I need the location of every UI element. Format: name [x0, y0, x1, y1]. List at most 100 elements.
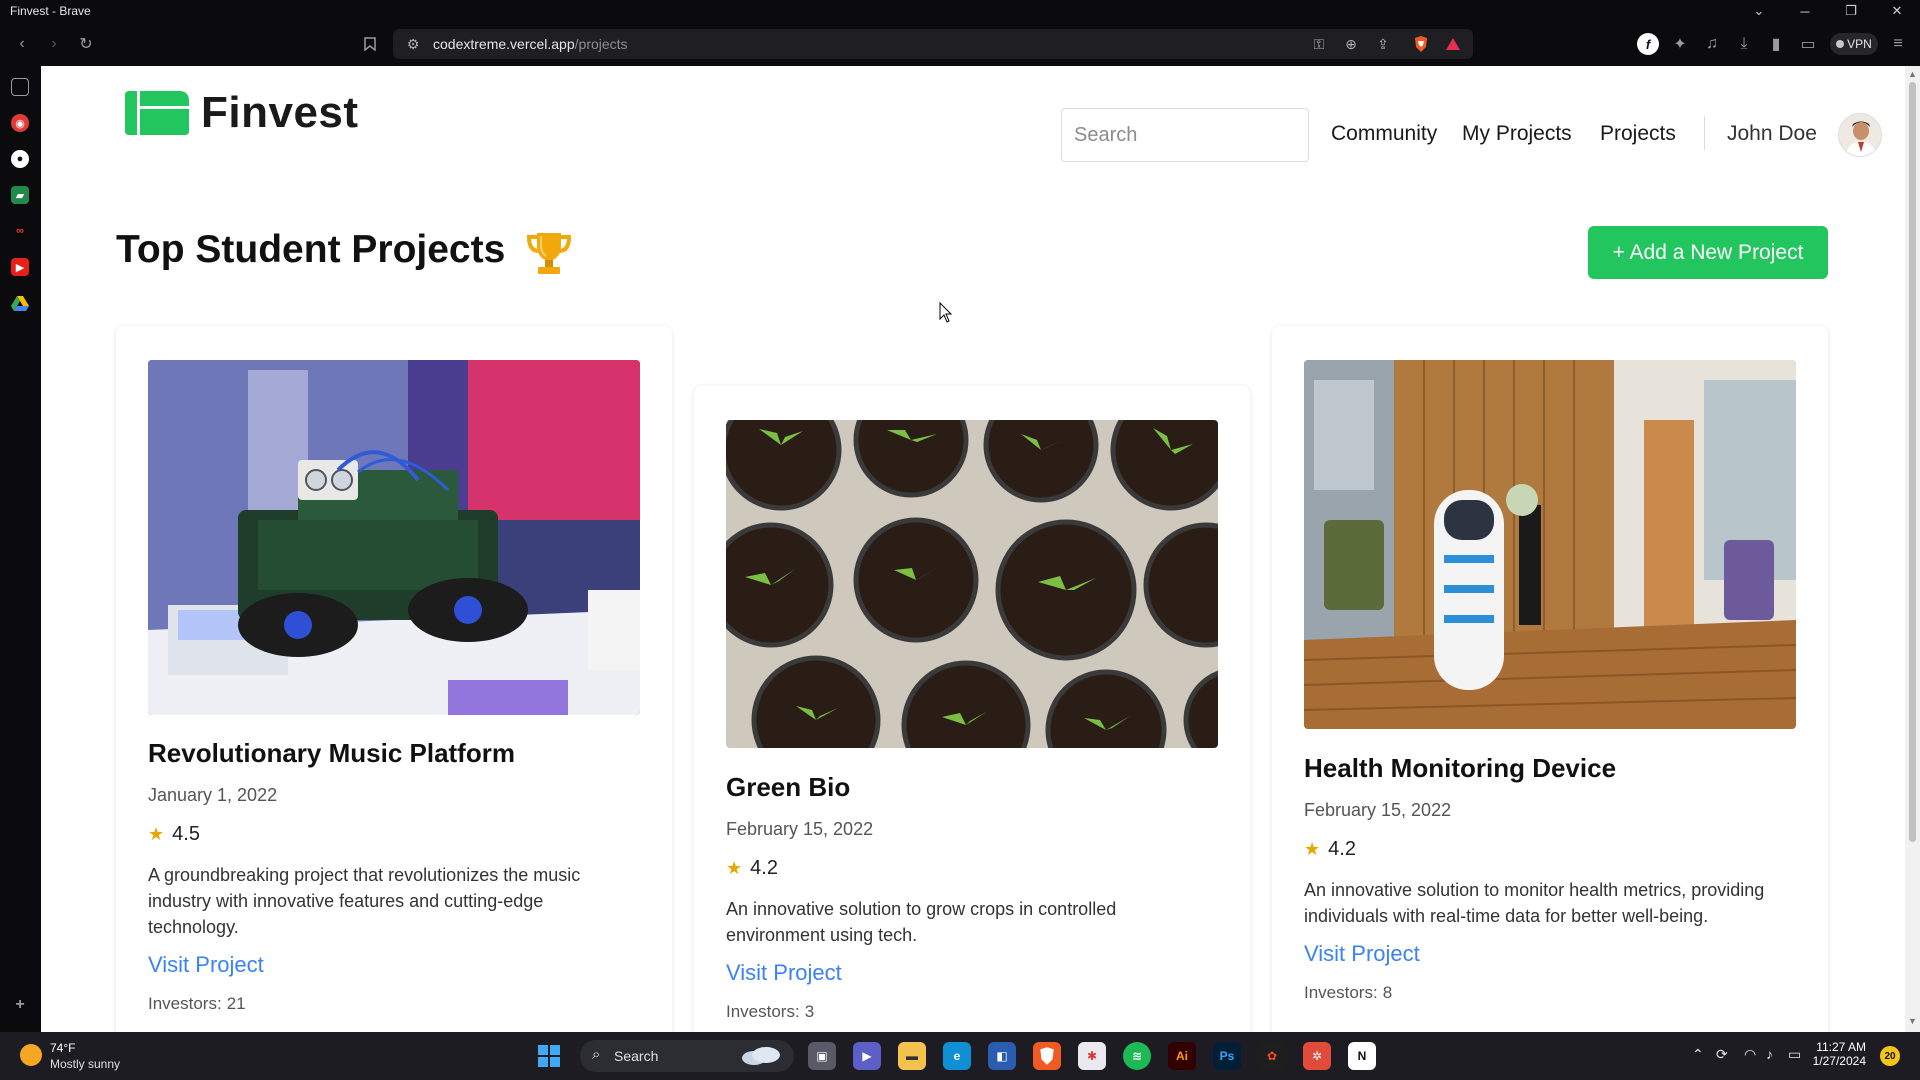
window-titlebar: Finvest - Brave ⌄ ─ ❐ ✕	[0, 0, 1920, 22]
finvest-icon[interactable]: ▰	[11, 186, 29, 204]
forward-icon[interactable]: ›	[40, 30, 68, 58]
taskbar-clock[interactable]: 11:27 AM 1/27/2024	[1798, 1040, 1866, 1068]
address-bar[interactable]: ⚙ codextreme.vercel.app/projects ⚿ ⊕ ⇪	[393, 29, 1473, 59]
finvest-logo[interactable]: Finvest	[125, 88, 359, 138]
visit-project-link[interactable]: Visit Project	[1304, 941, 1420, 967]
share-icon[interactable]: ⇪	[1373, 34, 1393, 54]
page-title: Top Student Projects	[116, 228, 506, 271]
downloads-icon[interactable]: ⤓	[1730, 30, 1758, 58]
user-name[interactable]: John Doe	[1727, 122, 1817, 146]
project-image-robot[interactable]	[148, 360, 640, 715]
sync-icon[interactable]: ⟳	[1716, 1046, 1728, 1063]
logo-text: Finvest	[201, 88, 359, 137]
sidebar-add-icon[interactable]: +	[11, 996, 29, 1014]
sidebar-app-red-icon[interactable]: ∞	[11, 222, 29, 240]
scrollbar-thumb[interactable]	[1909, 82, 1916, 842]
star-icon: ★	[148, 824, 165, 844]
url-text[interactable]: codextreme.vercel.app/projects	[433, 36, 628, 52]
project-date: January 1, 2022	[148, 785, 278, 805]
page-viewport: Finvest Community My Projects Projects J…	[41, 66, 1905, 1032]
project-card: Green Bio February 15, 2022 ★ 4.2 An inno…	[694, 386, 1250, 1032]
illustrator-icon[interactable]: Ai	[1168, 1042, 1196, 1070]
project-date: February 15, 2022	[1304, 800, 1452, 820]
project-rating: ★ 4.5	[148, 823, 200, 845]
search-input[interactable]	[1061, 108, 1309, 162]
teams-icon[interactable]: ▶	[853, 1042, 881, 1070]
tab-search-icon[interactable]: ⌄	[1736, 0, 1782, 22]
app-red-icon[interactable]: ✲	[1303, 1042, 1331, 1070]
bookmark-icon[interactable]	[356, 30, 384, 58]
media-icon[interactable]: ♫	[1698, 30, 1726, 58]
back-icon[interactable]: ‹	[8, 30, 36, 58]
project-description: A groundbreaking project that revolution…	[148, 865, 581, 937]
github-icon[interactable]: ●	[11, 150, 29, 168]
menu-icon[interactable]: ≡	[1884, 30, 1912, 58]
brave-rewards-icon[interactable]	[1443, 34, 1463, 54]
star-icon: ★	[726, 858, 743, 878]
close-window-button[interactable]: ✕	[1874, 0, 1920, 22]
windows-taskbar: 74°F Mostly sunny ⌕ Search ▣ ▶ ▬ e ◧ ✱ ≋…	[0, 1032, 1920, 1080]
store-icon[interactable]: ◧	[988, 1042, 1016, 1070]
password-key-icon[interactable]: ⚿	[1309, 34, 1329, 54]
brave-icon[interactable]	[1033, 1042, 1061, 1070]
taskbar-search[interactable]: ⌕ Search	[580, 1040, 794, 1072]
nav-projects[interactable]: Projects	[1600, 122, 1676, 146]
slack-icon[interactable]: ✱	[1078, 1042, 1106, 1070]
sidebar-toggle-icon[interactable]: ▮	[1762, 30, 1790, 58]
scroll-down-icon[interactable]: ▼	[1908, 1016, 1917, 1026]
avatar[interactable]	[1838, 113, 1882, 157]
site-info-icon[interactable]: ⚙	[403, 34, 423, 54]
nav-divider	[1704, 116, 1705, 150]
project-rating: ★ 4.2	[726, 857, 778, 879]
add-project-button[interactable]: + Add a New Project	[1588, 226, 1828, 279]
trophy-icon	[525, 229, 573, 277]
mouse-cursor-icon	[939, 301, 953, 324]
windows-start-icon[interactable]	[535, 1042, 563, 1070]
nav-community[interactable]: Community	[1331, 122, 1437, 146]
minimize-button[interactable]: ─	[1782, 0, 1828, 22]
sidebar-app-chrome-icon[interactable]: ◉	[11, 114, 29, 132]
vpn-status-icon	[1836, 40, 1845, 48]
extensions-icon[interactable]: ✦	[1666, 30, 1694, 58]
clock-date: 1/27/2024	[1812, 1054, 1866, 1068]
wifi-icon[interactable]: ◠	[1744, 1046, 1756, 1063]
nav-my-projects[interactable]: My Projects	[1462, 122, 1572, 146]
reload-icon[interactable]: ↻	[72, 30, 100, 58]
project-investors: Investors: 3	[726, 1002, 815, 1021]
project-description: An innovative solution to monitor health…	[1304, 880, 1765, 926]
photoshop-icon[interactable]: Ps	[1213, 1042, 1241, 1070]
project-image-robot-device[interactable]	[1304, 360, 1796, 729]
sidebar-panel-icon[interactable]	[11, 78, 29, 96]
visit-project-link[interactable]: Visit Project	[726, 960, 842, 986]
weather-sun-icon	[20, 1044, 42, 1066]
finvest-logo-icon	[125, 91, 191, 135]
project-title: Green Bio	[726, 772, 851, 802]
star-icon: ★	[1304, 839, 1321, 859]
page-scrollbar[interactable]: ▲ ▼	[1905, 66, 1920, 1032]
file-explorer-icon[interactable]: ▬	[898, 1042, 926, 1070]
project-card: Revolutionary Music Platform January 1, …	[116, 326, 672, 1032]
notification-badge[interactable]: 20	[1880, 1046, 1900, 1066]
vpn-button[interactable]: VPN	[1830, 33, 1878, 55]
notion-icon[interactable]: N	[1348, 1042, 1376, 1070]
spotify-icon[interactable]: ≋	[1123, 1042, 1151, 1070]
extension-f-icon[interactable]: f	[1634, 30, 1662, 58]
zoom-icon[interactable]: ⊕	[1341, 34, 1361, 54]
volume-icon[interactable]: ♪	[1766, 1046, 1773, 1062]
figma-icon[interactable]: ✿	[1258, 1042, 1286, 1070]
youtube-icon[interactable]: ▶	[11, 258, 29, 276]
edge-icon[interactable]: e	[943, 1042, 971, 1070]
wallet-icon[interactable]: ▭	[1794, 30, 1822, 58]
weather-condition: Mostly sunny	[50, 1057, 121, 1071]
project-investors: Investors: 8	[1304, 983, 1393, 1002]
google-drive-icon[interactable]	[11, 294, 29, 312]
project-image-plants[interactable]	[726, 420, 1218, 748]
project-investors: Investors: 21	[148, 994, 246, 1013]
scroll-up-icon[interactable]: ▲	[1908, 69, 1917, 79]
visit-project-link[interactable]: Visit Project	[148, 952, 264, 978]
tray-overflow-icon[interactable]: ⌃	[1692, 1046, 1704, 1063]
task-view-icon[interactable]: ▣	[808, 1042, 836, 1070]
brave-shields-icon[interactable]	[1411, 34, 1431, 54]
project-date: February 15, 2022	[726, 819, 874, 839]
restore-button[interactable]: ❐	[1828, 0, 1874, 22]
